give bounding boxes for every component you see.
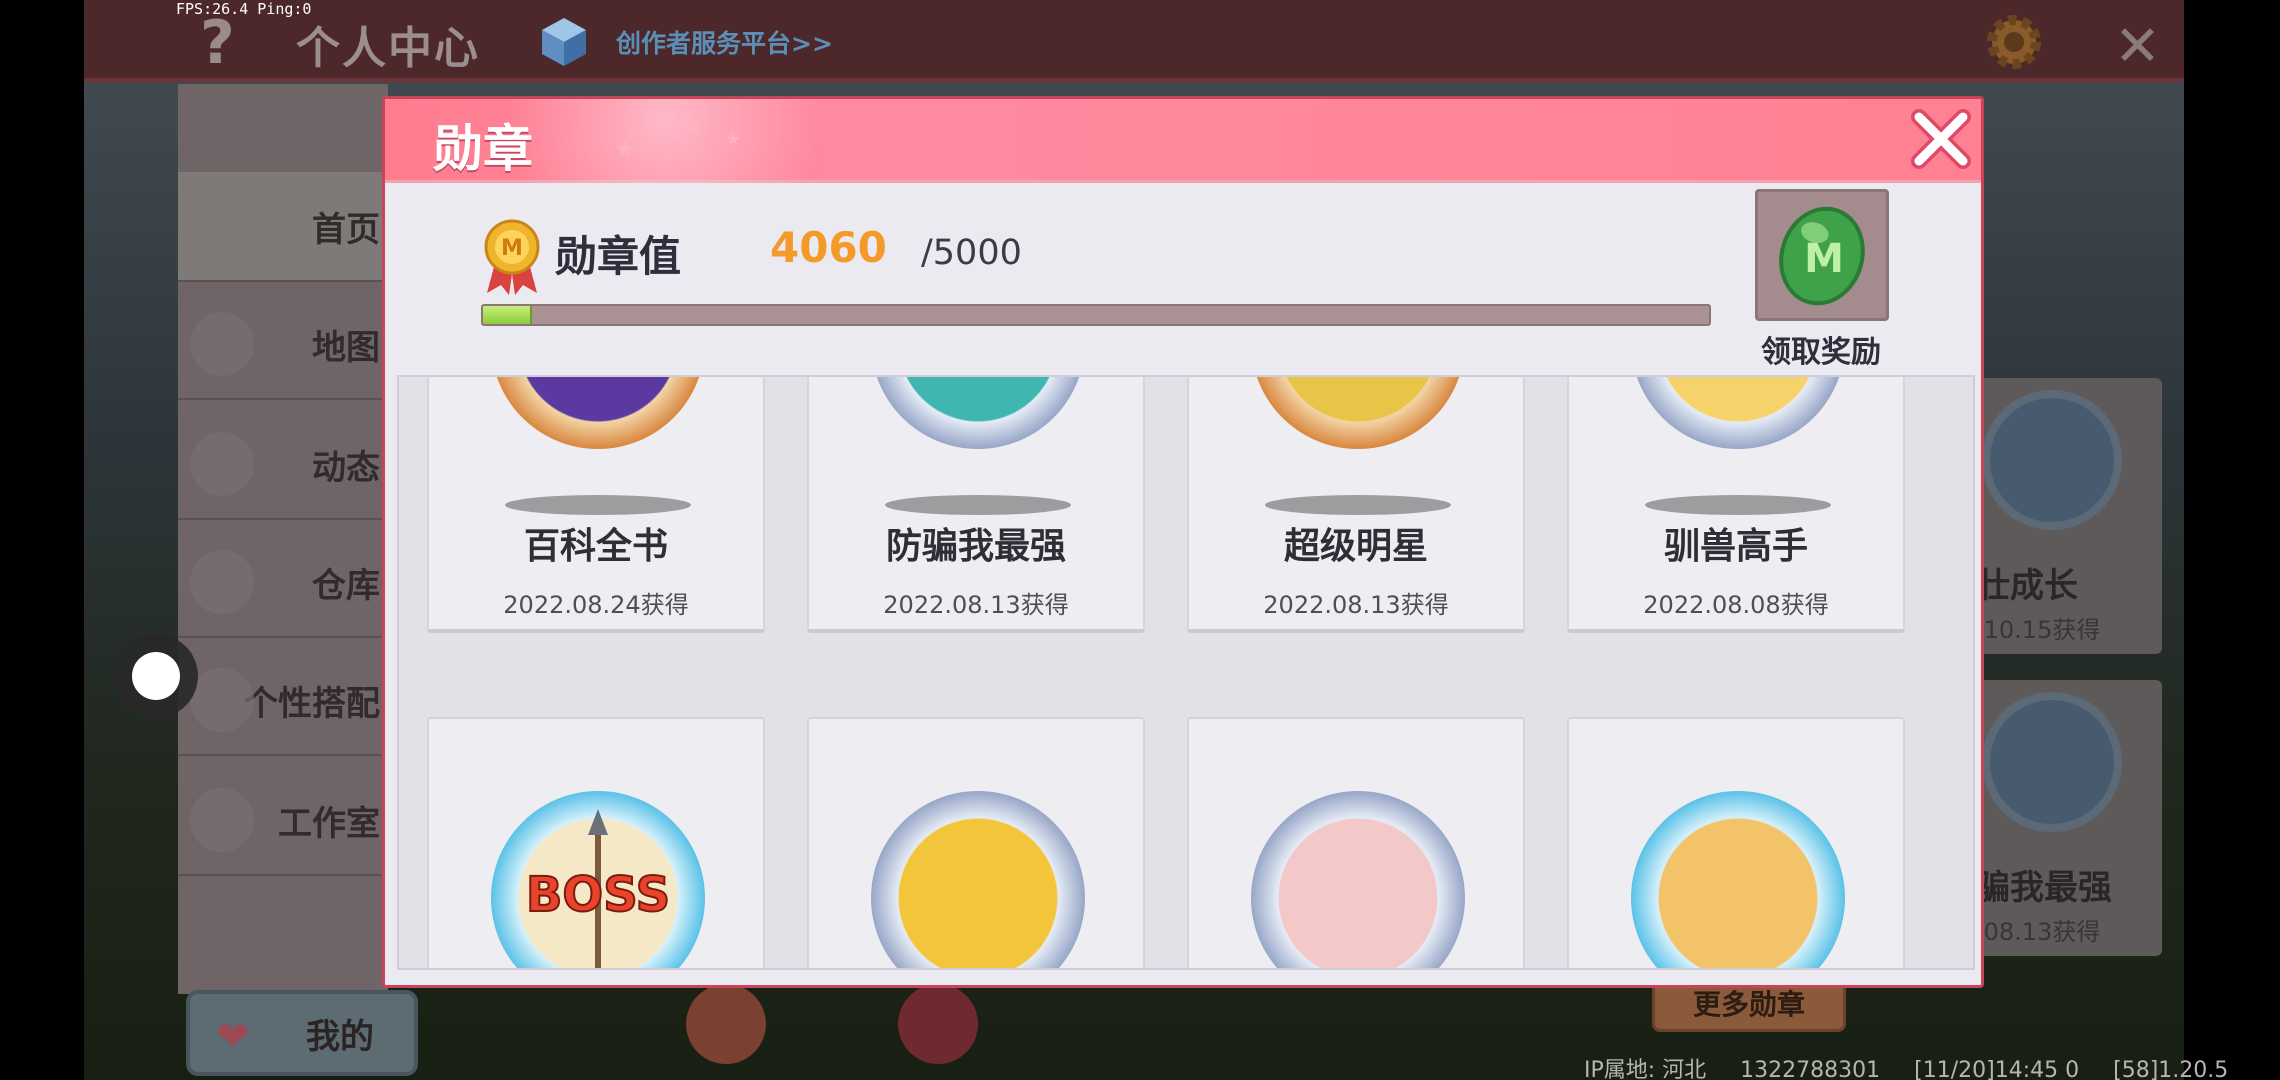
nav-item-label: 动态 [312,447,380,488]
svg-text:M: M [1804,236,1844,282]
lock-icon[interactable] [898,984,978,1064]
footer-info: IP属地: 河北 1322788301 [11/20]14:45 0 [58]1.20… [1584,1052,2262,1080]
badge-card[interactable]: 防骗我最强 2022.08.13获得 [807,377,1145,633]
nav-item-label: 仓库 [312,565,380,606]
badge-name: 百科全书 [523,526,668,567]
timestamp: [11/20]14:45 0 [1914,1058,2080,1080]
nav-item-label: 工作室 [278,803,380,844]
page-title: 个人中心 [296,23,480,74]
badge-value-max: /5000 [921,233,1022,273]
badge-icon [871,791,1085,968]
nav-item-home[interactable]: 首页 [178,172,388,282]
badge-card[interactable] [1567,717,1905,968]
badge-card[interactable]: 百科全书 2022.08.24获得 [427,377,765,633]
badge-name: 壮成长 [1976,566,2078,606]
nav-item-label: 个性搭配 [244,683,380,724]
badge-value-label: 勋章值 [555,232,682,281]
badge-name: 超级明星 [1283,526,1428,567]
ip-location: IP属地: 河北 [1584,1058,1707,1080]
badge-icon [1251,791,1465,968]
badge-value-current: 4060 [770,223,887,272]
badge-modal: ★ ★ ★ 勋章 M 勋章值 4060 /5000 M 领取奖励 百科全书 20… [382,96,1984,988]
nav-item-storage[interactable]: 仓库 [178,528,388,638]
studio-icon [190,788,254,852]
badge-card[interactable]: 驯兽高手 2022.08.08获得 [1567,377,1905,633]
chest-icon [190,550,254,614]
badge-icon [1631,791,1845,968]
badge-icon [1982,390,2122,530]
badge-date: 2022.08.08获得 [1643,591,1829,619]
badge-card[interactable] [807,717,1145,968]
badge-name: 驯兽高手 [1663,526,1808,567]
mine-button[interactable]: ❤ 我的 [186,990,418,1076]
medal-icon: M [484,219,540,295]
modal-title: 勋章 [433,120,533,178]
nav-item-label: 地图 [312,327,380,368]
badge-name: 骗我最强 [1976,868,2112,908]
badge-date: 2022.08.13获得 [883,591,1069,619]
svg-text:M: M [501,236,523,261]
bell-icon [190,432,254,496]
green-egg-icon: M [1779,206,1865,306]
badge-name: 防骗我最强 [885,526,1066,567]
gear-icon[interactable] [1982,10,2046,74]
edit-icon[interactable] [686,984,766,1064]
mine-label: 我的 [306,1016,374,1057]
cube-icon [542,18,586,66]
version: [58]1.20.5 [2113,1058,2229,1080]
badge-card[interactable]: BOSS [427,717,765,968]
nav-item-map[interactable]: 地图 [178,290,388,400]
hanger-icon [190,668,254,732]
badge-icon [1631,377,1845,449]
badge-icon [1982,692,2122,832]
badge-icon: BOSS [491,791,705,968]
close-icon[interactable] [1903,101,1979,177]
reward-chest[interactable]: M [1755,189,1889,321]
nav-item-feed[interactable]: 动态 [178,410,388,520]
fps-readout: FPS:26.4 Ping:0 [176,0,312,18]
claim-reward-label[interactable]: 领取奖励 [1761,327,1881,371]
badge-grid: 百科全书 2022.08.24获得 防骗我最强 2022.08.13获得 超级明… [397,375,1975,970]
close-icon[interactable]: ✕ [2114,14,2161,79]
heart-icon: ❤ [216,1014,250,1060]
badge-date: 2022.08.13获得 [1263,591,1449,619]
question-icon[interactable]: ? [200,8,235,78]
nav-item-outfit[interactable]: 个性搭配 [178,646,388,756]
svg-text:BOSS: BOSS [526,867,670,923]
boss-art-icon: BOSS [525,809,671,968]
star-decor-icon: ★ [675,103,706,143]
badge-icon [491,377,705,449]
creator-platform-link[interactable]: 创作者服务平台>> [616,24,833,60]
map-icon [190,312,254,376]
badge-date: .10.15获得 [1976,616,2101,644]
modal-header: ★ ★ ★ 勋章 [385,99,1981,183]
badge-date: .08.13获得 [1976,918,2101,946]
progress-fill [483,306,533,324]
badge-icon [871,377,1085,449]
assistive-touch-button[interactable] [114,634,198,718]
nav-item-label: 首页 [312,209,380,250]
star-decor-icon: ★ [725,129,742,150]
badge-card[interactable] [1187,717,1525,968]
nav-item-studio[interactable]: 工作室 [178,766,388,876]
badge-card[interactable]: 超级明星 2022.08.13获得 [1187,377,1525,633]
badge-icon [1251,377,1465,449]
star-decor-icon: ★ [615,137,635,162]
badge-progress-bar [481,304,1711,326]
user-id: 1322788301 [1740,1058,1881,1080]
badge-date: 2022.08.24获得 [503,591,689,619]
